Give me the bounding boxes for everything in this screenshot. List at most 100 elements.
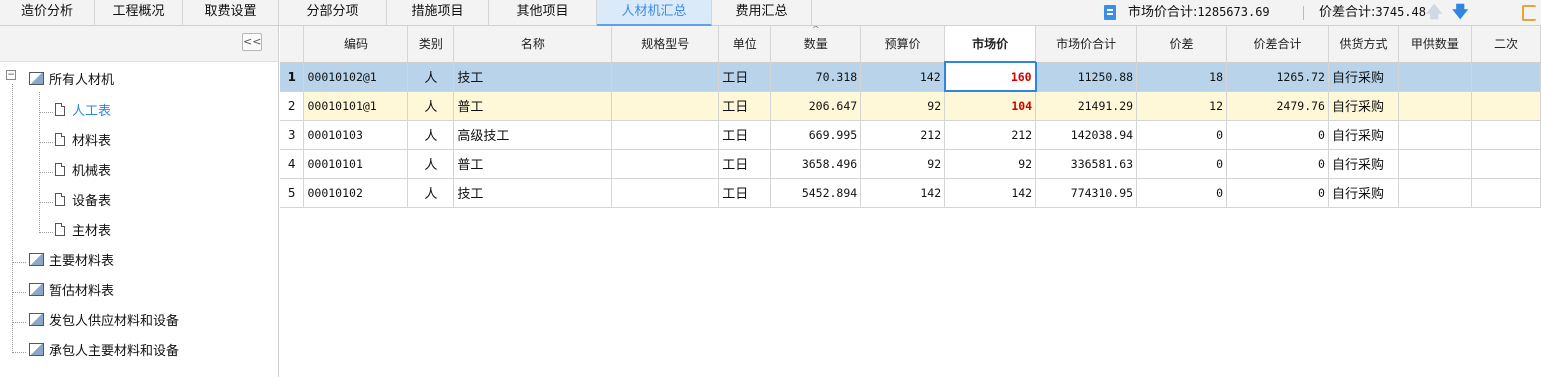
- arrow-down-icon[interactable]: 🡇: [1452, 0, 1468, 26]
- cell-market-total[interactable]: 21491.29: [1035, 91, 1138, 121]
- col-header-type[interactable]: 类别: [407, 26, 455, 63]
- cell-budget-price[interactable]: 212: [860, 120, 946, 150]
- cell-quantity[interactable]: 669.995: [770, 120, 862, 150]
- tree-item-owner-supplied[interactable]: 发包人供应材料和设备: [29, 307, 179, 337]
- cell-market-price[interactable]: 104: [944, 91, 1037, 121]
- cell-budget-price[interactable]: 142: [860, 178, 946, 208]
- cell-owner-qty[interactable]: [1398, 91, 1472, 121]
- cell-diff-total[interactable]: 2479.76: [1226, 91, 1329, 121]
- tree-item-machinery-table[interactable]: 机械表: [55, 157, 111, 187]
- tree-item-all-resources[interactable]: 所有人材机: [29, 66, 114, 96]
- cell-unit[interactable]: 工日: [718, 120, 772, 150]
- cell-diff-total[interactable]: 0: [1226, 178, 1329, 208]
- cell-name[interactable]: 普工: [453, 91, 613, 121]
- tree-item-equipment-table[interactable]: 设备表: [55, 187, 111, 217]
- cell-secondary[interactable]: [1471, 178, 1541, 208]
- cell-diff-total[interactable]: 0: [1226, 149, 1329, 179]
- cell-code[interactable]: 00010103: [303, 120, 409, 150]
- cell-diff-total[interactable]: 0: [1226, 120, 1329, 150]
- cell-spec[interactable]: [611, 149, 720, 179]
- cell-unit[interactable]: 工日: [718, 178, 772, 208]
- cell-name[interactable]: 高级技工: [453, 120, 613, 150]
- cell-type[interactable]: 人: [407, 178, 455, 208]
- cell-owner-qty[interactable]: [1398, 120, 1472, 150]
- cell-quantity[interactable]: 70.318: [770, 62, 862, 92]
- col-header-supply-method[interactable]: 供货方式: [1328, 26, 1399, 63]
- cell-name[interactable]: 技工: [453, 62, 613, 92]
- cell-quantity[interactable]: 3658.496: [770, 149, 862, 179]
- cell-diff-total[interactable]: 1265.72: [1226, 62, 1329, 92]
- cell-price-diff[interactable]: 18: [1136, 62, 1228, 92]
- cell-code[interactable]: 00010101: [303, 149, 409, 179]
- cell-supply-method[interactable]: 自行采购: [1328, 91, 1399, 121]
- expand-toggle[interactable]: −: [6, 70, 16, 80]
- cell-type[interactable]: 人: [407, 149, 455, 179]
- tab-fee-settings[interactable]: 取费设置: [183, 0, 279, 26]
- cell-owner-qty[interactable]: [1398, 62, 1472, 92]
- cell-market-price[interactable]: 160: [943, 61, 1037, 92]
- col-header-diff-total[interactable]: 价差合计: [1226, 26, 1329, 63]
- tree-item-labor-table[interactable]: 人工表: [55, 97, 111, 127]
- tab-labor-material-summary[interactable]: 人材机汇总: [597, 0, 712, 26]
- cell-name[interactable]: 普工: [453, 149, 613, 179]
- table-row[interactable]: 1 00010102@1 人 技工 工日 70.318 142 160 1125…: [280, 61, 1541, 92]
- cell-price-diff[interactable]: 0: [1136, 120, 1228, 150]
- arrow-up-icon[interactable]: 🡅: [1426, 0, 1442, 26]
- tree-item-main-material-table[interactable]: 主材表: [55, 217, 111, 247]
- tab-cost-analysis[interactable]: 造价分析: [0, 0, 95, 26]
- cell-market-price[interactable]: 142: [944, 178, 1037, 208]
- cell-type[interactable]: 人: [407, 120, 455, 150]
- cell-price-diff[interactable]: 0: [1136, 149, 1228, 179]
- tab-project-overview[interactable]: 工程概况: [95, 0, 183, 26]
- cell-unit[interactable]: 工日: [718, 91, 772, 121]
- cell-spec[interactable]: [611, 120, 720, 150]
- cell-code[interactable]: 00010101@1: [303, 91, 409, 121]
- cell-secondary[interactable]: [1471, 149, 1541, 179]
- tab-divisional-items[interactable]: 分部分项: [279, 0, 387, 26]
- tab-measure-items[interactable]: 措施项目: [387, 0, 489, 26]
- cell-unit[interactable]: 工日: [718, 62, 772, 92]
- cell-type[interactable]: 人: [407, 62, 455, 92]
- col-header-secondary[interactable]: 二次: [1471, 26, 1541, 63]
- cell-secondary[interactable]: [1471, 120, 1541, 150]
- cell-price-diff[interactable]: 12: [1136, 91, 1228, 121]
- cell-code[interactable]: 00010102: [303, 178, 409, 208]
- cell-market-total[interactable]: 774310.95: [1035, 178, 1138, 208]
- col-header-unit[interactable]: 单位: [718, 26, 772, 63]
- cell-spec[interactable]: [611, 62, 720, 92]
- tab-other-items[interactable]: 其他项目: [489, 0, 597, 26]
- cell-budget-price[interactable]: 142: [860, 62, 946, 92]
- tab-fee-summary[interactable]: 费用汇总: [712, 0, 812, 26]
- cell-unit[interactable]: 工日: [718, 149, 772, 179]
- table-row[interactable]: 3 00010103 人 高级技工 工日 669.995 212 212 142…: [280, 120, 1541, 150]
- cell-market-price[interactable]: 212: [944, 120, 1037, 150]
- col-header-quantity[interactable]: ^ 数量: [770, 26, 862, 63]
- cell-supply-method[interactable]: 自行采购: [1328, 120, 1399, 150]
- col-header-price-diff[interactable]: 价差: [1136, 26, 1228, 63]
- cell-secondary[interactable]: [1471, 91, 1541, 121]
- cell-supply-method[interactable]: 自行采购: [1328, 149, 1399, 179]
- tree-item-material-table[interactable]: 材料表: [55, 127, 111, 157]
- cell-market-price[interactable]: 92: [944, 149, 1037, 179]
- cell-owner-qty[interactable]: [1398, 178, 1472, 208]
- cell-spec[interactable]: [611, 178, 720, 208]
- gear-icon[interactable]: [1522, 5, 1536, 21]
- col-header-budget-price[interactable]: 预算价: [860, 26, 946, 63]
- table-row[interactable]: 4 00010101 人 普工 工日 3658.496 92 92 336581…: [280, 149, 1541, 179]
- cell-quantity[interactable]: 5452.894: [770, 178, 862, 208]
- col-header-market-total[interactable]: 市场价合计: [1035, 26, 1138, 63]
- tree-item-provisional-materials[interactable]: 暂估材料表: [29, 277, 114, 307]
- cell-quantity[interactable]: 206.647: [770, 91, 862, 121]
- collapse-icon[interactable]: <<: [242, 33, 262, 51]
- col-header-code[interactable]: 编码: [303, 26, 409, 63]
- cell-owner-qty[interactable]: [1398, 149, 1472, 179]
- cell-code[interactable]: 00010102@1: [303, 62, 409, 92]
- tree-item-contractor-materials[interactable]: 承包人主要材料和设备: [29, 337, 179, 367]
- cell-name[interactable]: 技工: [453, 178, 613, 208]
- cell-price-diff[interactable]: 0: [1136, 178, 1228, 208]
- cell-market-total[interactable]: 142038.94: [1035, 120, 1138, 150]
- cell-secondary[interactable]: [1471, 62, 1541, 92]
- table-row[interactable]: 2 00010101@1 人 普工 工日 206.647 92 104 2149…: [280, 91, 1541, 121]
- file-icon[interactable]: [1104, 5, 1116, 20]
- col-header-name[interactable]: 名称: [453, 26, 613, 63]
